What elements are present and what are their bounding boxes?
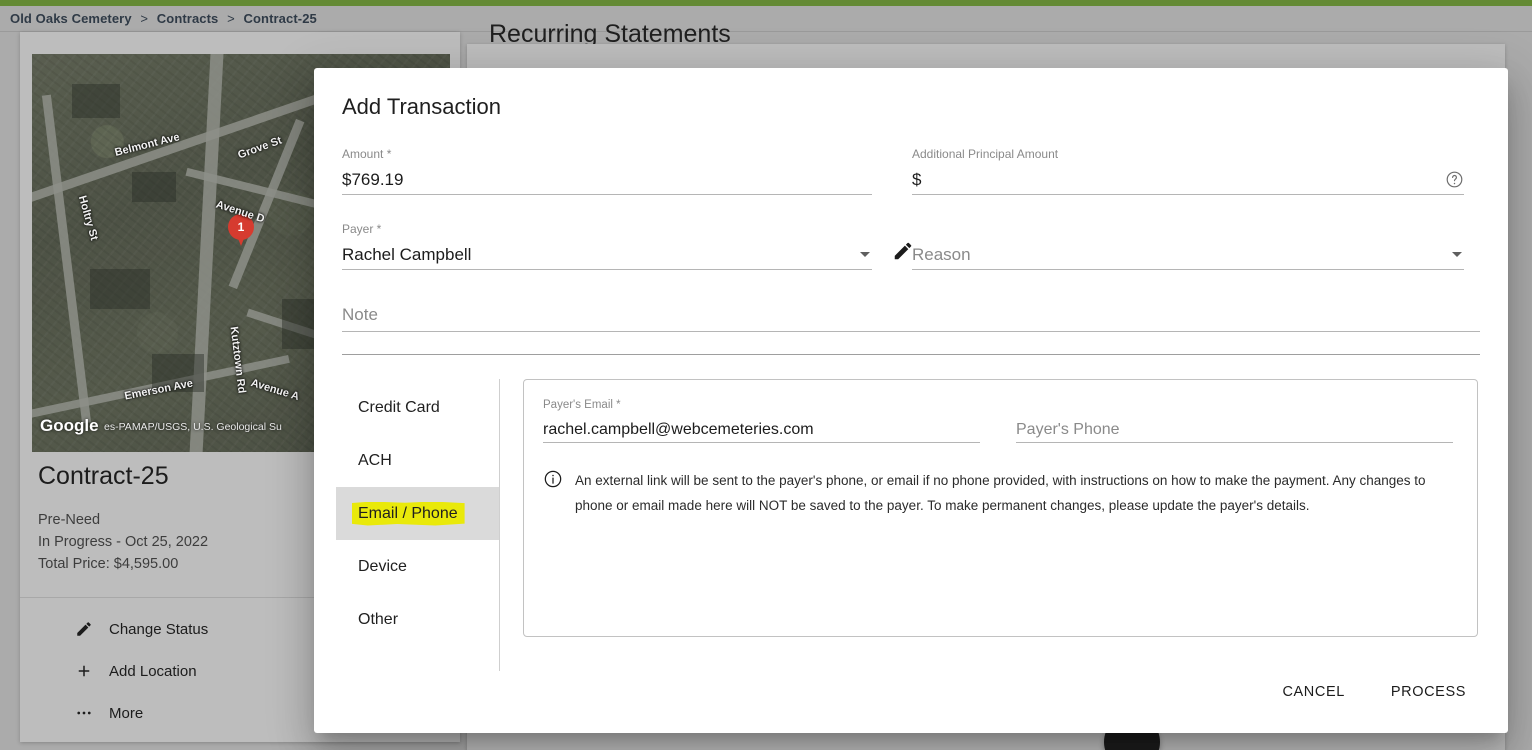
payment-method-label: Email / Phone — [358, 504, 458, 522]
amount-field-group: Amount * $769.19 — [342, 146, 872, 195]
payment-method-label: Other — [358, 610, 399, 628]
cancel-button[interactable]: CANCEL — [1268, 675, 1358, 709]
reason-placeholder: Reason — [912, 244, 971, 264]
payer-email-label: Payer's Email * — [543, 399, 621, 411]
highlight-annotation: Email / Phone — [352, 501, 465, 526]
dialog-title: Add Transaction — [342, 94, 501, 119]
payment-method-label: ACH — [358, 451, 392, 469]
payer-email-field-group: Payer's Email * rachel.campbell@webcemet… — [543, 398, 980, 443]
payer-phone-placeholder: Payer's Phone — [1016, 421, 1120, 438]
payer-email-value: rachel.campbell@webcemeteries.com — [543, 421, 814, 438]
help-circle-icon[interactable] — [1445, 170, 1464, 189]
amount-value: $769.19 — [342, 169, 404, 189]
payer-select[interactable]: Rachel Campbell — [342, 240, 872, 270]
pencil-icon — [892, 240, 914, 267]
payer-email-input[interactable]: rachel.campbell@webcemeteries.com — [543, 415, 980, 443]
payment-method-label: Device — [358, 557, 407, 575]
payer-field-group: Payer * Rachel Campbell — [342, 221, 912, 270]
reason-select[interactable]: Reason — [912, 240, 1464, 270]
payment-method-tabs: Credit Card ACH Email / Phone Device Oth… — [336, 379, 500, 671]
email-phone-panel: Payer's Email * rachel.campbell@webcemet… — [523, 379, 1478, 637]
payer-phone-field-group: Payer's Phone — [1016, 398, 1453, 443]
payer-value: Rachel Campbell — [342, 244, 472, 264]
additional-principal-value: $ — [912, 169, 922, 189]
additional-principal-field-group: Additional Principal Amount $ — [912, 146, 1464, 195]
payer-label: Payer * — [342, 222, 382, 236]
payer-phone-input[interactable]: Payer's Phone — [1016, 415, 1453, 443]
payment-method-email-phone[interactable]: Email / Phone — [336, 487, 499, 540]
process-button[interactable]: PROCESS — [1377, 675, 1480, 709]
add-transaction-dialog: Add Transaction Amount * $769.19 Payer * — [314, 68, 1508, 733]
note-placeholder: Note — [342, 304, 378, 324]
note-field-group: Note — [342, 298, 1480, 332]
reason-field-group: Reason — [912, 221, 1464, 270]
info-circle-icon — [543, 469, 563, 518]
info-text: An external link will be sent to the pay… — [575, 473, 1426, 513]
amount-input[interactable]: $769.19 — [342, 165, 872, 195]
additional-principal-label: Additional Principal Amount — [912, 147, 1059, 161]
payment-method-label: Credit Card — [358, 398, 440, 416]
amount-label: Amount * — [342, 147, 392, 161]
chevron-down-icon — [860, 252, 870, 257]
payment-method-device[interactable]: Device — [336, 540, 499, 593]
payment-method-other[interactable]: Other — [336, 593, 499, 646]
panel-info-message: An external link will be sent to the pay… — [543, 468, 1453, 518]
payment-method-ach[interactable]: ACH — [336, 434, 499, 487]
payment-method-credit-card[interactable]: Credit Card — [336, 381, 499, 434]
additional-principal-input[interactable]: $ — [912, 165, 1464, 195]
chevron-down-icon — [1452, 252, 1462, 257]
note-input[interactable]: Note — [342, 298, 1480, 332]
